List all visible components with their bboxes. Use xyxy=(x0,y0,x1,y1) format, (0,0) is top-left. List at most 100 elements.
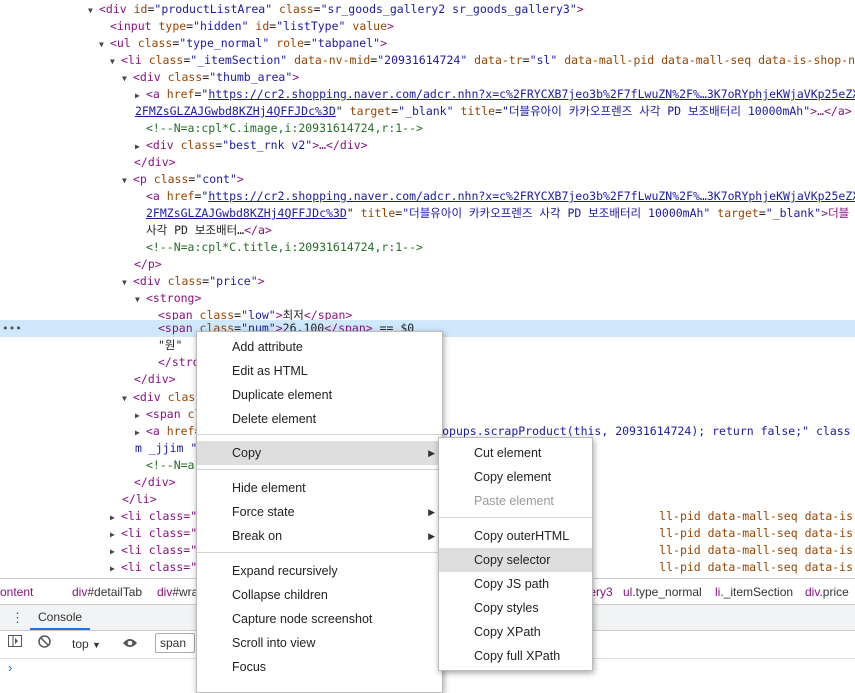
menu-item-copy-full-xpath[interactable]: Copy full XPath xyxy=(439,644,592,668)
href-link[interactable]: https://cr2.shopping.naver.com/adcr.nhn?… xyxy=(208,189,855,203)
context-menu: Add attribute Edit as HTML Duplicate ele… xyxy=(196,331,443,693)
tree-line[interactable]: </p> xyxy=(0,256,855,273)
tree-line[interactable]: </div> xyxy=(0,154,855,171)
attr-name: class xyxy=(167,274,203,288)
console-prompt-icon[interactable]: › xyxy=(8,660,12,675)
attr-name: target xyxy=(710,206,759,220)
tree-line[interactable]: ▼ <li class="_itemSection" data-nv-mid="2… xyxy=(0,52,855,69)
breadcrumb-item[interactable]: div#wra xyxy=(157,585,198,599)
attr-value: "_blank" xyxy=(398,104,454,118)
menu-item-capture-node-screenshot[interactable]: Capture node screenshot xyxy=(197,607,442,631)
attr-value: "tabpanel" xyxy=(310,36,381,50)
menu-item-copy-xpath[interactable]: Copy XPath xyxy=(439,620,592,644)
breadcrumb-item[interactable]: div.price xyxy=(805,585,849,599)
sidebar-toggle-icon[interactable] xyxy=(8,635,22,650)
href-link[interactable]: https://cr2.shopping.naver.com/adcr.nhn?… xyxy=(208,87,855,101)
tree-line[interactable]: <!--N=a:cpl*C.image,i:20931614724,r:1--> xyxy=(0,120,855,137)
attr-name: href xyxy=(166,189,195,203)
attr-name: role xyxy=(269,36,304,50)
attr-value: "sl" xyxy=(529,53,558,67)
breadcrumb-item[interactable]: li._itemSection xyxy=(715,585,793,599)
breadcrumb-item[interactable]: ontent xyxy=(0,585,33,599)
tag: <span xyxy=(146,407,188,421)
tree-line[interactable]: <input type="hidden" id="listType" value… xyxy=(0,18,855,35)
href-link[interactable]: 2FMZsGLZAJGwbd8KZHj4QFFJDc%3D xyxy=(135,104,336,118)
tree-line[interactable]: ▶ <a href="https://cr2.shopping.naver.com… xyxy=(0,86,855,103)
expand-triangle-icon[interactable]: ▶ xyxy=(110,543,121,560)
menu-item-copy-styles[interactable]: Copy styles xyxy=(439,596,592,620)
menu-item-copy-selector[interactable]: Copy selector xyxy=(439,548,592,572)
menu-item-collapse-children[interactable]: Collapse children xyxy=(197,583,442,607)
tree-line[interactable]: <a href="https://cr2.shopping.naver.com/… xyxy=(0,188,855,205)
expand-triangle-icon[interactable]: ▼ xyxy=(99,36,110,53)
menu-item-copy-outerhtml[interactable]: Copy outerHTML xyxy=(439,524,592,548)
menu-item-hide-element[interactable]: Hide element xyxy=(197,476,442,500)
attr-value: "price" xyxy=(209,274,258,288)
context-selector[interactable]: top ▼ xyxy=(72,637,101,651)
tag: </div> xyxy=(134,155,176,169)
html-comment: <!--N=a:cpl*C.image,i:20931614724,r:1--> xyxy=(146,121,423,135)
expand-triangle-icon[interactable]: ▶ xyxy=(135,138,146,155)
tag: <ul xyxy=(110,36,138,50)
expand-triangle-icon[interactable]: ▶ xyxy=(110,526,121,543)
breadcrumb-item[interactable]: div#detailTab xyxy=(72,585,142,599)
expand-triangle-icon[interactable]: ▼ xyxy=(135,291,146,308)
expand-triangle-icon[interactable]: ▶ xyxy=(110,560,121,577)
expand-triangle-icon[interactable]: ▼ xyxy=(88,2,99,19)
attr-name: class xyxy=(180,138,216,152)
menu-item-copy-element[interactable]: Copy element xyxy=(439,465,592,489)
more-options-icon[interactable]: ⋮ xyxy=(11,610,24,626)
menu-item-expand-recursively[interactable]: Expand recursively xyxy=(197,559,442,583)
tag: <li class=" xyxy=(121,560,198,574)
eye-icon[interactable] xyxy=(122,637,138,652)
menu-item-add-attribute[interactable]: Add attribute xyxy=(197,335,442,359)
expand-triangle-icon[interactable]: ▼ xyxy=(110,53,121,70)
href-link[interactable]: 2FMZsGLZAJGwbd8KZHj4QFFJDc%3D xyxy=(146,206,347,220)
menu-item-edit-as-html[interactable]: Edit as HTML xyxy=(197,359,442,383)
tree-line[interactable]: ▼ <p class="cont"> xyxy=(0,171,855,188)
attr-value: "productListArea" xyxy=(154,2,273,16)
menu-item-copy[interactable]: Copy ▶ xyxy=(197,441,442,465)
tag: <div xyxy=(133,274,168,288)
expand-triangle-icon[interactable]: ▶ xyxy=(135,87,146,104)
tree-line[interactable]: ▼ <strong> xyxy=(0,290,855,307)
tree-line[interactable]: 사각 PD 보조배터…</a> xyxy=(0,222,855,239)
menu-item-copy-js-path[interactable]: Copy JS path xyxy=(439,572,592,596)
expand-triangle-icon[interactable]: ▼ xyxy=(122,390,133,407)
tree-line[interactable]: ▼ <ul class="type_normal" role="tabpanel"… xyxy=(0,35,855,52)
attr-name: class xyxy=(167,70,203,84)
tag: <input xyxy=(110,19,159,33)
menu-item-break-on[interactable]: Break on ▶ xyxy=(197,524,442,548)
attr-value: "더블유아이 카카오프렌즈 사각 PD 보조배터리 10000mAh" xyxy=(502,104,811,118)
tree-line[interactable]: ▼ <div class="thumb_area"> xyxy=(0,69,855,86)
menu-item-delete-element[interactable]: Delete element xyxy=(197,407,442,431)
menu-item-duplicate-element[interactable]: Duplicate element xyxy=(197,383,442,407)
more-dots-icon[interactable]: ••• xyxy=(2,320,22,337)
tag: <a xyxy=(146,189,167,203)
tree-line[interactable]: ▼ <div id="productListArea" class="sr_goo… xyxy=(0,1,855,18)
submenu-arrow-icon: ▶ xyxy=(428,448,435,458)
filter-input[interactable]: span xyxy=(155,633,195,653)
tree-line[interactable]: 2FMZsGLZAJGwbd8KZHj4QFFJDc%3D" target="_… xyxy=(0,103,855,120)
tab-console[interactable]: Console xyxy=(30,605,91,630)
tree-line[interactable]: ▼ <div class="price"> xyxy=(0,273,855,290)
expand-triangle-icon[interactable]: ▼ xyxy=(122,172,133,189)
tag: <li class=" xyxy=(121,543,198,557)
attr-value: "_blank" xyxy=(765,206,822,220)
expand-triangle-icon[interactable]: ▶ xyxy=(135,424,146,441)
tree-line[interactable]: ▶ <div class="best_rnk v2">…</div> xyxy=(0,137,855,154)
tree-line[interactable]: 2FMZsGLZAJGwbd8KZHj4QFFJDc%3D" title="더블… xyxy=(0,205,855,222)
expand-triangle-icon[interactable]: ▶ xyxy=(135,407,146,424)
breadcrumb-item[interactable]: ul.type_normal xyxy=(623,585,702,599)
clear-console-icon[interactable] xyxy=(38,635,51,651)
attr-value: "_itemSection" xyxy=(190,53,288,67)
tree-line[interactable]: <!--N=a:cpl*C.title,i:20931614724,r:1--> xyxy=(0,239,855,256)
menu-item-focus[interactable]: Focus xyxy=(197,655,442,679)
expand-triangle-icon[interactable]: ▼ xyxy=(122,70,133,87)
menu-item-cut-element[interactable]: Cut element xyxy=(439,441,592,465)
expand-triangle-icon[interactable]: ▼ xyxy=(122,274,133,291)
expand-triangle-icon[interactable]: ▶ xyxy=(110,509,121,526)
menu-item-scroll-into-view[interactable]: Scroll into view xyxy=(197,631,442,655)
tag: <div xyxy=(146,138,181,152)
menu-item-force-state[interactable]: Force state ▶ xyxy=(197,500,442,524)
